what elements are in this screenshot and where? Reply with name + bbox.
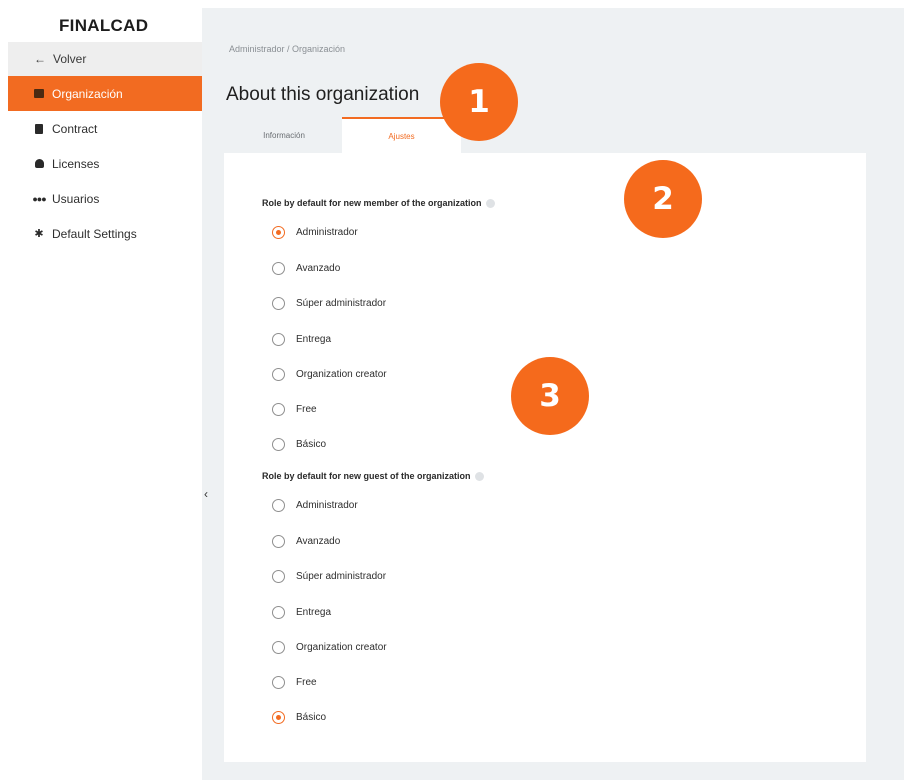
radio-button[interactable] [272,368,285,381]
member-role-option-administrador[interactable]: Administrador [272,226,358,239]
back-button[interactable]: ← Volver [8,42,202,76]
option-label: Free [296,404,317,415]
sidebar-item-label: Licenses [52,156,100,171]
sidebar-item-label: Default Settings [52,226,137,241]
sidebar-item-label: Organización [52,86,123,101]
guest-role-option-administrador[interactable]: Administrador [272,499,358,512]
member-role-option-super-administrador[interactable]: Súper administrador [272,297,386,310]
option-label: Administrador [296,500,358,511]
section-title-text: Role by default for new guest of the org… [262,471,471,481]
sidebar-item-default-settings[interactable]: ✱ Default Settings [8,216,202,251]
step-badge-2: 2 [624,160,702,238]
guest-role-option-organization-creator[interactable]: Organization creator [272,641,387,654]
sidebar-item-usuarios[interactable]: ●●● Usuarios [8,181,202,216]
app-logo: FINALCAD [59,16,149,35]
member-role-option-entrega[interactable]: Entrega [272,333,331,346]
member-role-option-free[interactable]: Free [272,403,317,416]
member-role-option-organization-creator[interactable]: Organization creator [272,368,387,381]
document-icon [34,123,44,134]
building-icon [34,89,44,99]
radio-button[interactable] [272,499,285,512]
guest-role-option-avanzado[interactable]: Avanzado [272,535,340,548]
radio-button[interactable] [272,535,285,548]
radio-button[interactable] [272,438,285,451]
step-badge-1: 1 [440,63,518,141]
page-title: About this organization [226,84,420,105]
sidebar-item-label: Contract [52,121,98,136]
option-label: Básico [296,439,327,450]
option-label: Básico [296,712,327,723]
guest-role-option-super-administrador[interactable]: Súper administrador [272,570,386,583]
info-icon[interactable] [474,471,484,481]
sidebar-item-contract[interactable]: Contract [8,111,202,146]
option-label: Organization creator [296,369,387,380]
radio-button[interactable] [272,570,285,583]
option-label: Entrega [296,607,332,618]
chevron-left-icon: ‹ [204,487,208,501]
sidebar: FINALCAD ← Volver Organización Contract … [8,8,202,780]
member-role-option-avanzado[interactable]: Avanzado [272,262,340,275]
option-label: Free [296,677,317,688]
step-badge-3: 3 [511,357,589,435]
guest-role-option-free[interactable]: Free [272,676,317,689]
radio-button[interactable] [272,297,285,310]
sidebar-item-label: Usuarios [52,191,100,206]
tab-informacion[interactable]: Información [226,117,342,153]
radio-button[interactable] [272,641,285,654]
option-label: Administrador [296,227,358,238]
option-label: Avanzado [296,263,341,274]
tab-ajustes[interactable]: Ajustes [342,117,461,153]
sidebar-item-licenses[interactable]: Licenses [8,146,202,181]
option-label: Avanzado [296,536,341,547]
back-label: Volver [53,52,87,66]
collapse-sidebar-button[interactable]: ‹ [199,485,213,503]
radio-button[interactable] [272,403,285,416]
section-title-text: Role by default for new member of the or… [262,198,482,208]
radio-button[interactable] [272,226,285,239]
radio-button[interactable] [272,676,285,689]
arrow-left-icon: ← [34,52,46,66]
option-label: Súper administrador [296,298,387,309]
guest-role-option-basico[interactable]: Básico [272,711,326,724]
sidebar-item-organizacion[interactable]: Organización [8,76,202,111]
member-role-option-basico[interactable]: Básico [272,438,326,451]
radio-button[interactable] [272,606,285,619]
radio-button[interactable] [272,262,285,275]
users-icon: ●●● [32,193,46,204]
option-label: Súper administrador [296,571,387,582]
option-label: Organization creator [296,642,387,653]
option-label: Entrega [296,334,332,345]
settings-card: Role by default for new member of the or… [224,153,866,762]
gear-icon: ✱ [34,228,44,240]
radio-button[interactable] [272,711,285,724]
breadcrumb: Administrador / Organización [229,44,346,54]
member-role-section-title: Role by default for new member of the or… [262,198,495,208]
person-icon [34,159,44,169]
tab-bar: Información Ajustes [226,117,461,153]
guest-role-option-entrega[interactable]: Entrega [272,606,331,619]
guest-role-section-title: Role by default for new guest of the org… [262,471,484,481]
info-icon[interactable] [485,198,495,208]
radio-button[interactable] [272,333,285,346]
